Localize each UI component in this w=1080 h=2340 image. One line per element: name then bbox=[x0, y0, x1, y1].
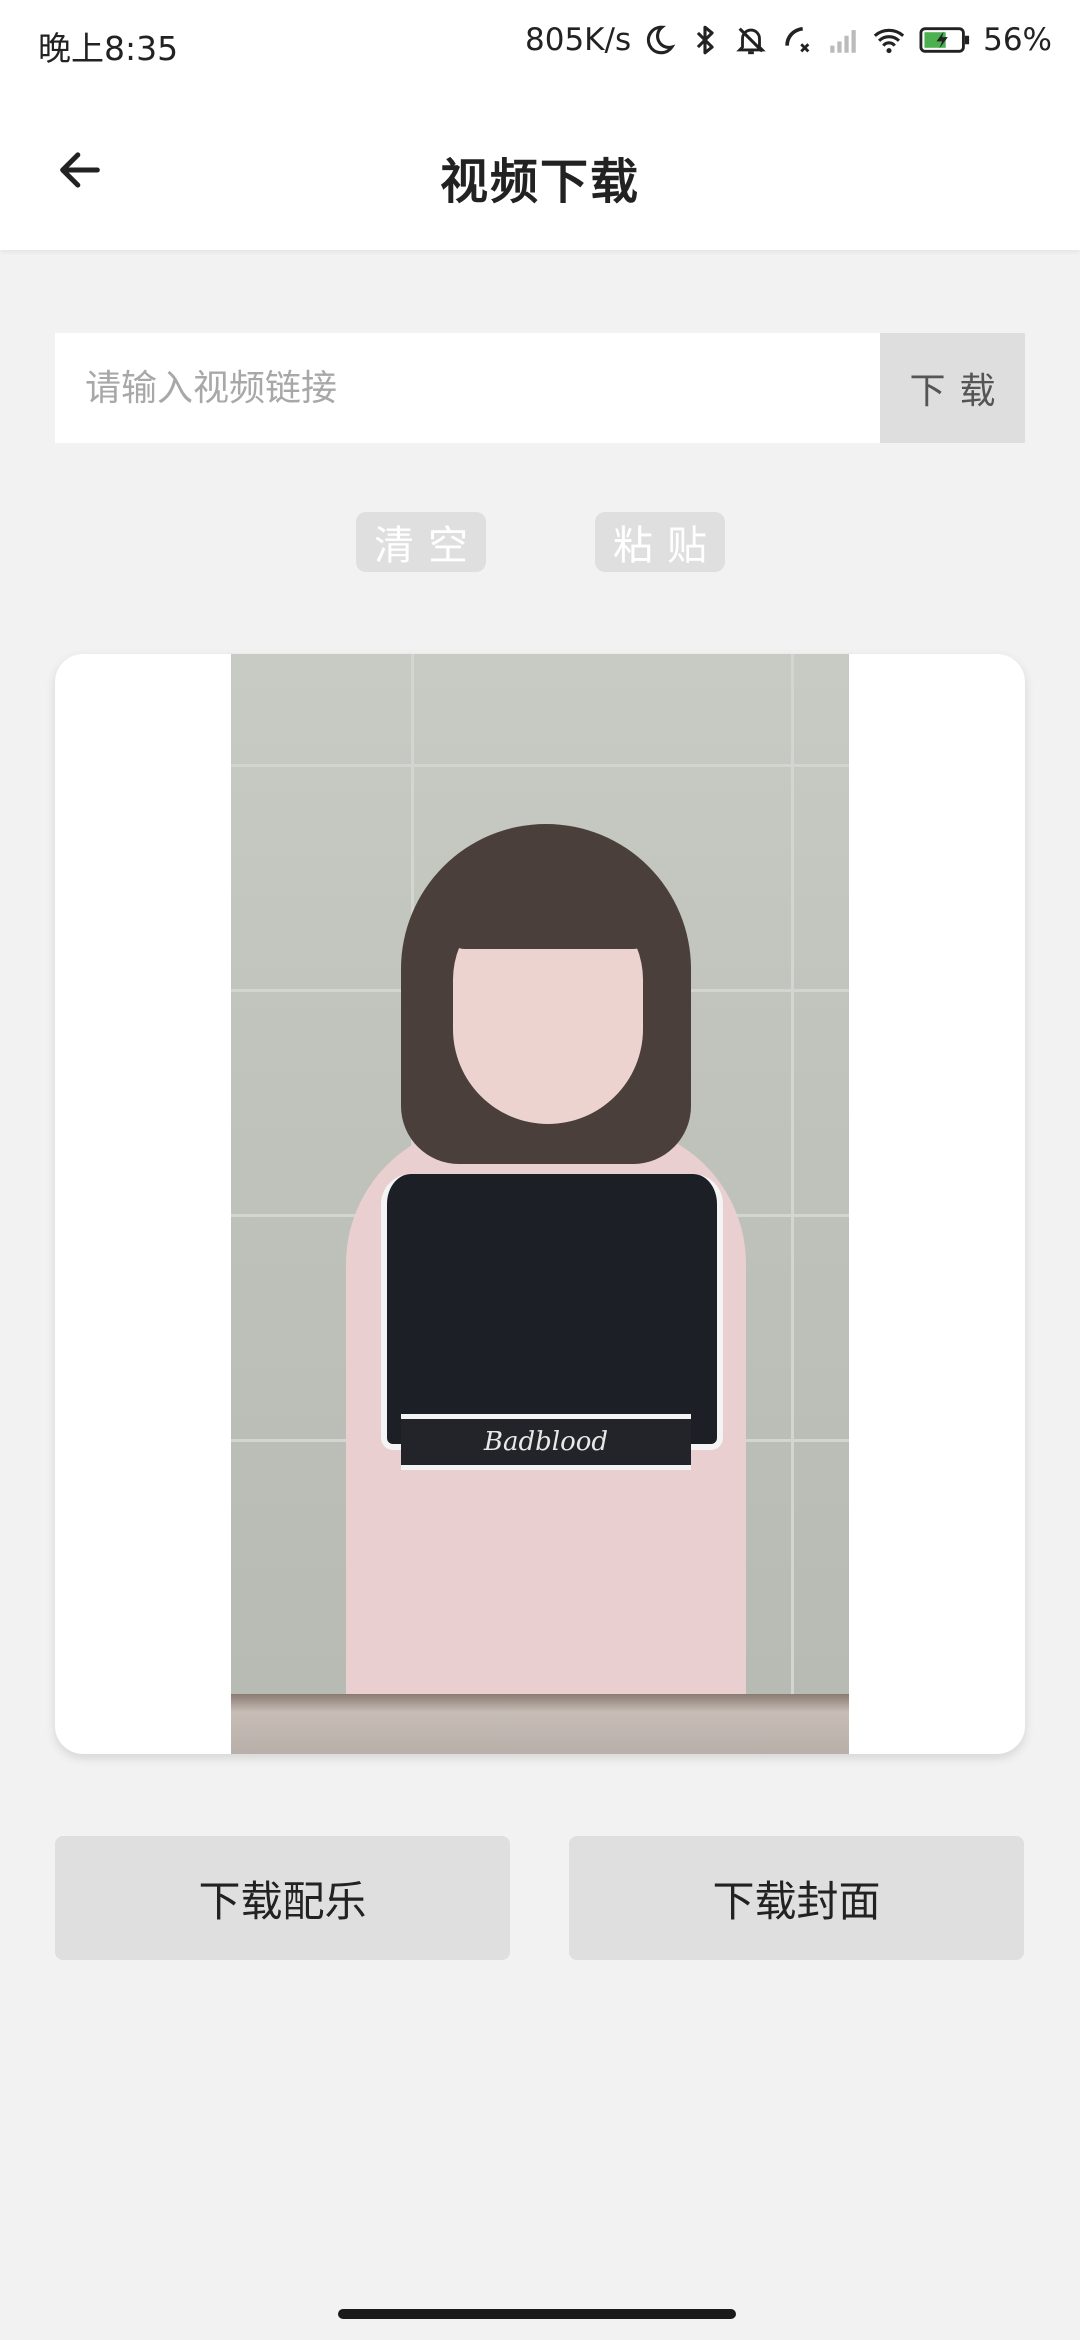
page-title: 视频下载 bbox=[439, 154, 640, 210]
download-button[interactable]: 下载 bbox=[880, 333, 1025, 443]
mute-bell-icon bbox=[733, 20, 769, 60]
signal-icon bbox=[825, 20, 861, 60]
video-thumbnail: Badblood bbox=[231, 654, 849, 1754]
call-off-icon bbox=[779, 20, 815, 60]
gesture-nav-handle[interactable] bbox=[338, 2309, 736, 2319]
battery-percent: 56% bbox=[983, 22, 1052, 58]
moon-icon bbox=[641, 20, 677, 60]
person-bangs bbox=[449, 864, 649, 949]
video-preview-card[interactable]: Badblood bbox=[55, 654, 1025, 1754]
status-bar: 晚上8:35 805K/s 56% bbox=[0, 0, 1080, 90]
download-music-button[interactable]: 下载配乐 bbox=[55, 1836, 510, 1960]
status-time: 晚上8:35 bbox=[38, 29, 179, 68]
url-input-row: 下载 bbox=[55, 333, 1025, 443]
download-cover-button[interactable]: 下载封面 bbox=[569, 1836, 1024, 1960]
person-top bbox=[381, 1174, 723, 1450]
video-url-input[interactable] bbox=[55, 333, 880, 443]
wall-tile-line bbox=[791, 654, 794, 1754]
battery-charging-icon bbox=[917, 20, 973, 60]
app-header: 视频下载 bbox=[0, 90, 1080, 250]
status-right: 805K/s 56% bbox=[525, 20, 1052, 60]
wall-tile-line bbox=[231, 764, 849, 767]
shirt-band-text: Badblood bbox=[401, 1414, 691, 1470]
wifi-icon bbox=[871, 20, 907, 60]
network-speed: 805K/s bbox=[525, 22, 632, 58]
mirror-edge bbox=[231, 1694, 849, 1754]
bluetooth-icon bbox=[687, 20, 723, 60]
clear-button[interactable]: 清空 bbox=[356, 512, 486, 572]
paste-button[interactable]: 粘贴 bbox=[595, 512, 725, 572]
